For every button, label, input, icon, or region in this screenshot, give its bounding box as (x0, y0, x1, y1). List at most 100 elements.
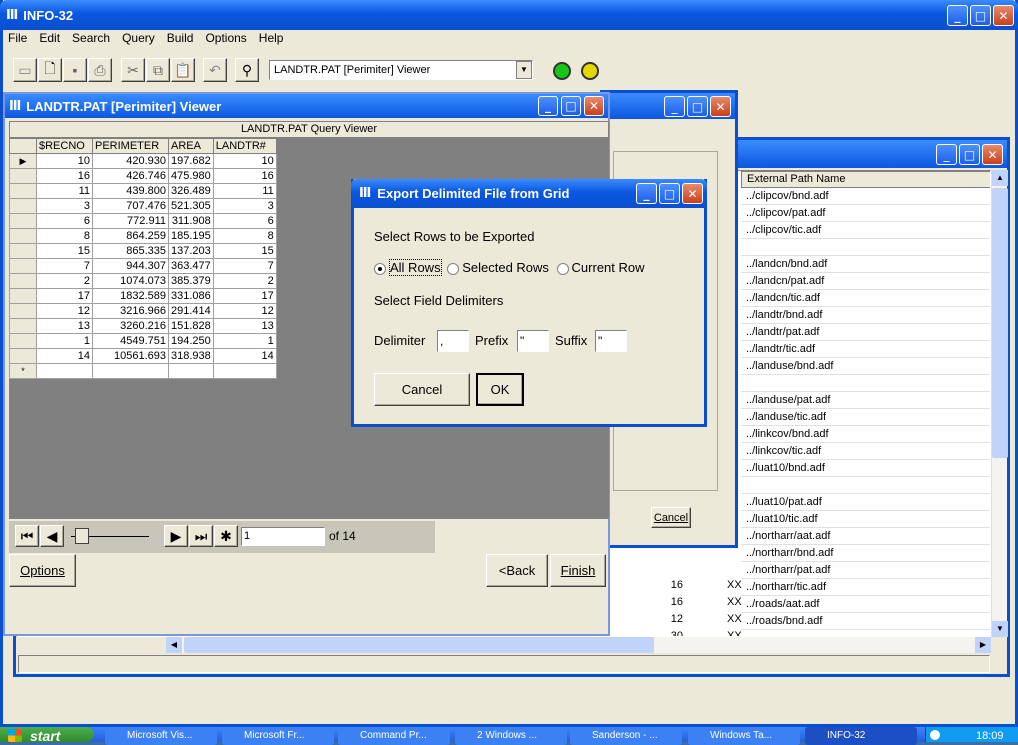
table-cell[interactable]: XX (727, 611, 742, 628)
table-cell[interactable]: 185.195 (168, 228, 214, 244)
table-cell[interactable]: 6 (36, 213, 93, 229)
list-item[interactable]: ../linkcov/bnd.adf (741, 426, 990, 443)
delimiter-field[interactable]: , (437, 330, 469, 352)
table-cell[interactable]: 326.489 (168, 183, 214, 199)
table-row[interactable]: 3 707.476 521.305 3 (9, 198, 277, 214)
table-cell[interactable]: 385.379 (168, 273, 214, 289)
table-cell[interactable] (212, 363, 277, 379)
list-item[interactable]: ../clipcov/tic.adf (741, 222, 990, 239)
table-row[interactable]: 6 772.911 311.908 6 (9, 213, 277, 229)
table-row[interactable]: 15 865.335 137.203 15 (9, 243, 277, 259)
list-item[interactable]: ../landuse/bnd.adf (741, 358, 990, 375)
col-header-perimeter[interactable]: PERIMETER (92, 138, 169, 154)
table-cell[interactable]: 426.746 (92, 168, 169, 184)
taskbar-button[interactable]: Command Pr... (338, 727, 450, 745)
table-cell[interactable]: 944.307 (92, 258, 169, 274)
row-selector[interactable] (9, 288, 37, 304)
prev-record-icon[interactable]: ◀ (40, 525, 64, 547)
table-cell[interactable]: 8 (212, 228, 277, 244)
row-selector[interactable] (9, 183, 37, 199)
col-header-landtr[interactable]: LANDTR# (212, 138, 277, 154)
list-item[interactable]: ../landcn/tic.adf (741, 290, 990, 307)
undo-icon[interactable]: ↶ (203, 58, 227, 82)
minimize-button[interactable]: _ (664, 96, 685, 117)
radio-selected-rows-icon[interactable] (447, 262, 460, 275)
h-scroll-thumb[interactable] (184, 637, 654, 653)
table-cell[interactable]: 291.414 (168, 303, 214, 319)
list-item[interactable]: ../landcn/pat.adf (741, 273, 990, 290)
row-selector[interactable] (9, 318, 37, 334)
taskbar-button[interactable]: 2 Windows ... (455, 727, 567, 745)
close-button[interactable]: ✕ (584, 96, 604, 116)
table-cell[interactable]: 331.086 (168, 288, 214, 304)
table-cell[interactable]: 11 (212, 183, 277, 199)
slider-thumb[interactable] (75, 528, 89, 544)
new-row[interactable]: * (9, 363, 277, 379)
table-cell[interactable] (92, 363, 169, 379)
table-cell[interactable]: 363.477 (168, 258, 214, 274)
row-selector[interactable] (9, 213, 37, 229)
row-selector[interactable] (9, 228, 37, 244)
close-button[interactable]: ✕ (993, 5, 1014, 26)
table-cell[interactable]: 4549.751 (92, 333, 169, 349)
cut-icon[interactable]: ✂ (121, 58, 145, 82)
open-icon[interactable]: ▭ (13, 58, 37, 82)
chevron-down-icon[interactable]: ▼ (516, 61, 532, 79)
taskbar-button[interactable]: Windows Ta... (688, 727, 800, 745)
query-grid[interactable]: $RECNO PERIMETER AREA LANDTR# ▶ 10 420.930… (9, 138, 277, 379)
table-cell[interactable]: 772.911 (92, 213, 169, 229)
table-row[interactable]: ▶ 10 420.930 197.682 10 (9, 153, 277, 169)
radio-all-rows[interactable]: All Rows (374, 259, 444, 276)
table-cell[interactable]: 311.908 (168, 213, 214, 229)
menu-options[interactable]: Options (205, 31, 246, 47)
table-cell[interactable]: 8 (36, 228, 93, 244)
vertical-scrollbar[interactable]: ▲ ▼ (991, 170, 1008, 637)
row-selector[interactable] (9, 348, 37, 364)
middle-cancel-button[interactable]: Cancel (651, 507, 691, 528)
taskbar-button[interactable]: Microsoft Fr... (222, 727, 334, 745)
table-cell[interactable]: 15 (212, 243, 277, 259)
table-cell[interactable]: 16 (617, 594, 683, 611)
table-cell[interactable]: 1 (212, 333, 277, 349)
menu-file[interactable]: File (8, 31, 27, 47)
radio-selected-rows[interactable]: Selected Rows (447, 260, 553, 275)
table-row[interactable]: 1 4549.751 194.250 1 (9, 333, 277, 349)
table-cell[interactable] (168, 363, 214, 379)
list-item[interactable]: ../roads/bnd.adf (741, 613, 990, 630)
viewer-titlebar[interactable]: Ⅲ LANDTR.PAT [Perimiter] Viewer _ □ ✕ (5, 94, 608, 118)
table-cell[interactable] (36, 363, 93, 379)
table-cell[interactable]: 3260.216 (92, 318, 169, 334)
suffix-field[interactable]: " (595, 330, 627, 352)
scroll-right-icon[interactable]: ▶ (975, 637, 991, 653)
table-cell[interactable]: 7 (36, 258, 93, 274)
scroll-down-icon[interactable]: ▼ (992, 621, 1008, 637)
table-cell[interactable]: 151.828 (168, 318, 214, 334)
table-row[interactable]: 12 3216.966 291.414 12 (9, 303, 277, 319)
table-cell[interactable]: 197.682 (168, 153, 214, 169)
scroll-thumb[interactable] (992, 188, 1008, 458)
radio-current-row[interactable]: Current Row (556, 260, 645, 275)
list-item[interactable]: ../northarr/tic.adf (741, 579, 990, 596)
table-cell[interactable]: 12 (36, 303, 93, 319)
list-item[interactable]: ../clipcov/bnd.adf (741, 188, 990, 205)
save-icon[interactable]: ▪ (63, 58, 87, 82)
next-record-icon[interactable]: ▶ (164, 525, 188, 547)
table-cell[interactable]: 13 (212, 318, 277, 334)
table-row[interactable]: 11 439.800 326.489 11 (9, 183, 277, 199)
horizontal-scrollbar[interactable]: ◀ ▶ (166, 637, 991, 653)
table-cell[interactable]: 2 (212, 273, 277, 289)
col-header-recno[interactable]: $RECNO (36, 138, 93, 154)
dialog-titlebar[interactable]: Ⅲ Export Delimited File from Grid _ □ ✕ (351, 179, 707, 208)
table-cell[interactable]: 420.930 (92, 153, 169, 169)
table-cell[interactable]: XX (727, 594, 742, 611)
table-row[interactable]: 16 426.746 475.980 16 (9, 168, 277, 184)
table-cell[interactable]: 12 (212, 303, 277, 319)
radio-all-rows-icon[interactable] (374, 262, 386, 275)
menu-query[interactable]: Query (122, 31, 155, 47)
list-item[interactable]: ../landcn/bnd.adf (741, 256, 990, 273)
scroll-up-icon[interactable]: ▲ (992, 170, 1008, 186)
list-item[interactable]: ../landuse/pat.adf (741, 392, 990, 409)
table-cell[interactable]: XX (727, 628, 742, 636)
table-cell[interactable]: 318.938 (168, 348, 214, 364)
table-cell[interactable]: 137.203 (168, 243, 214, 259)
